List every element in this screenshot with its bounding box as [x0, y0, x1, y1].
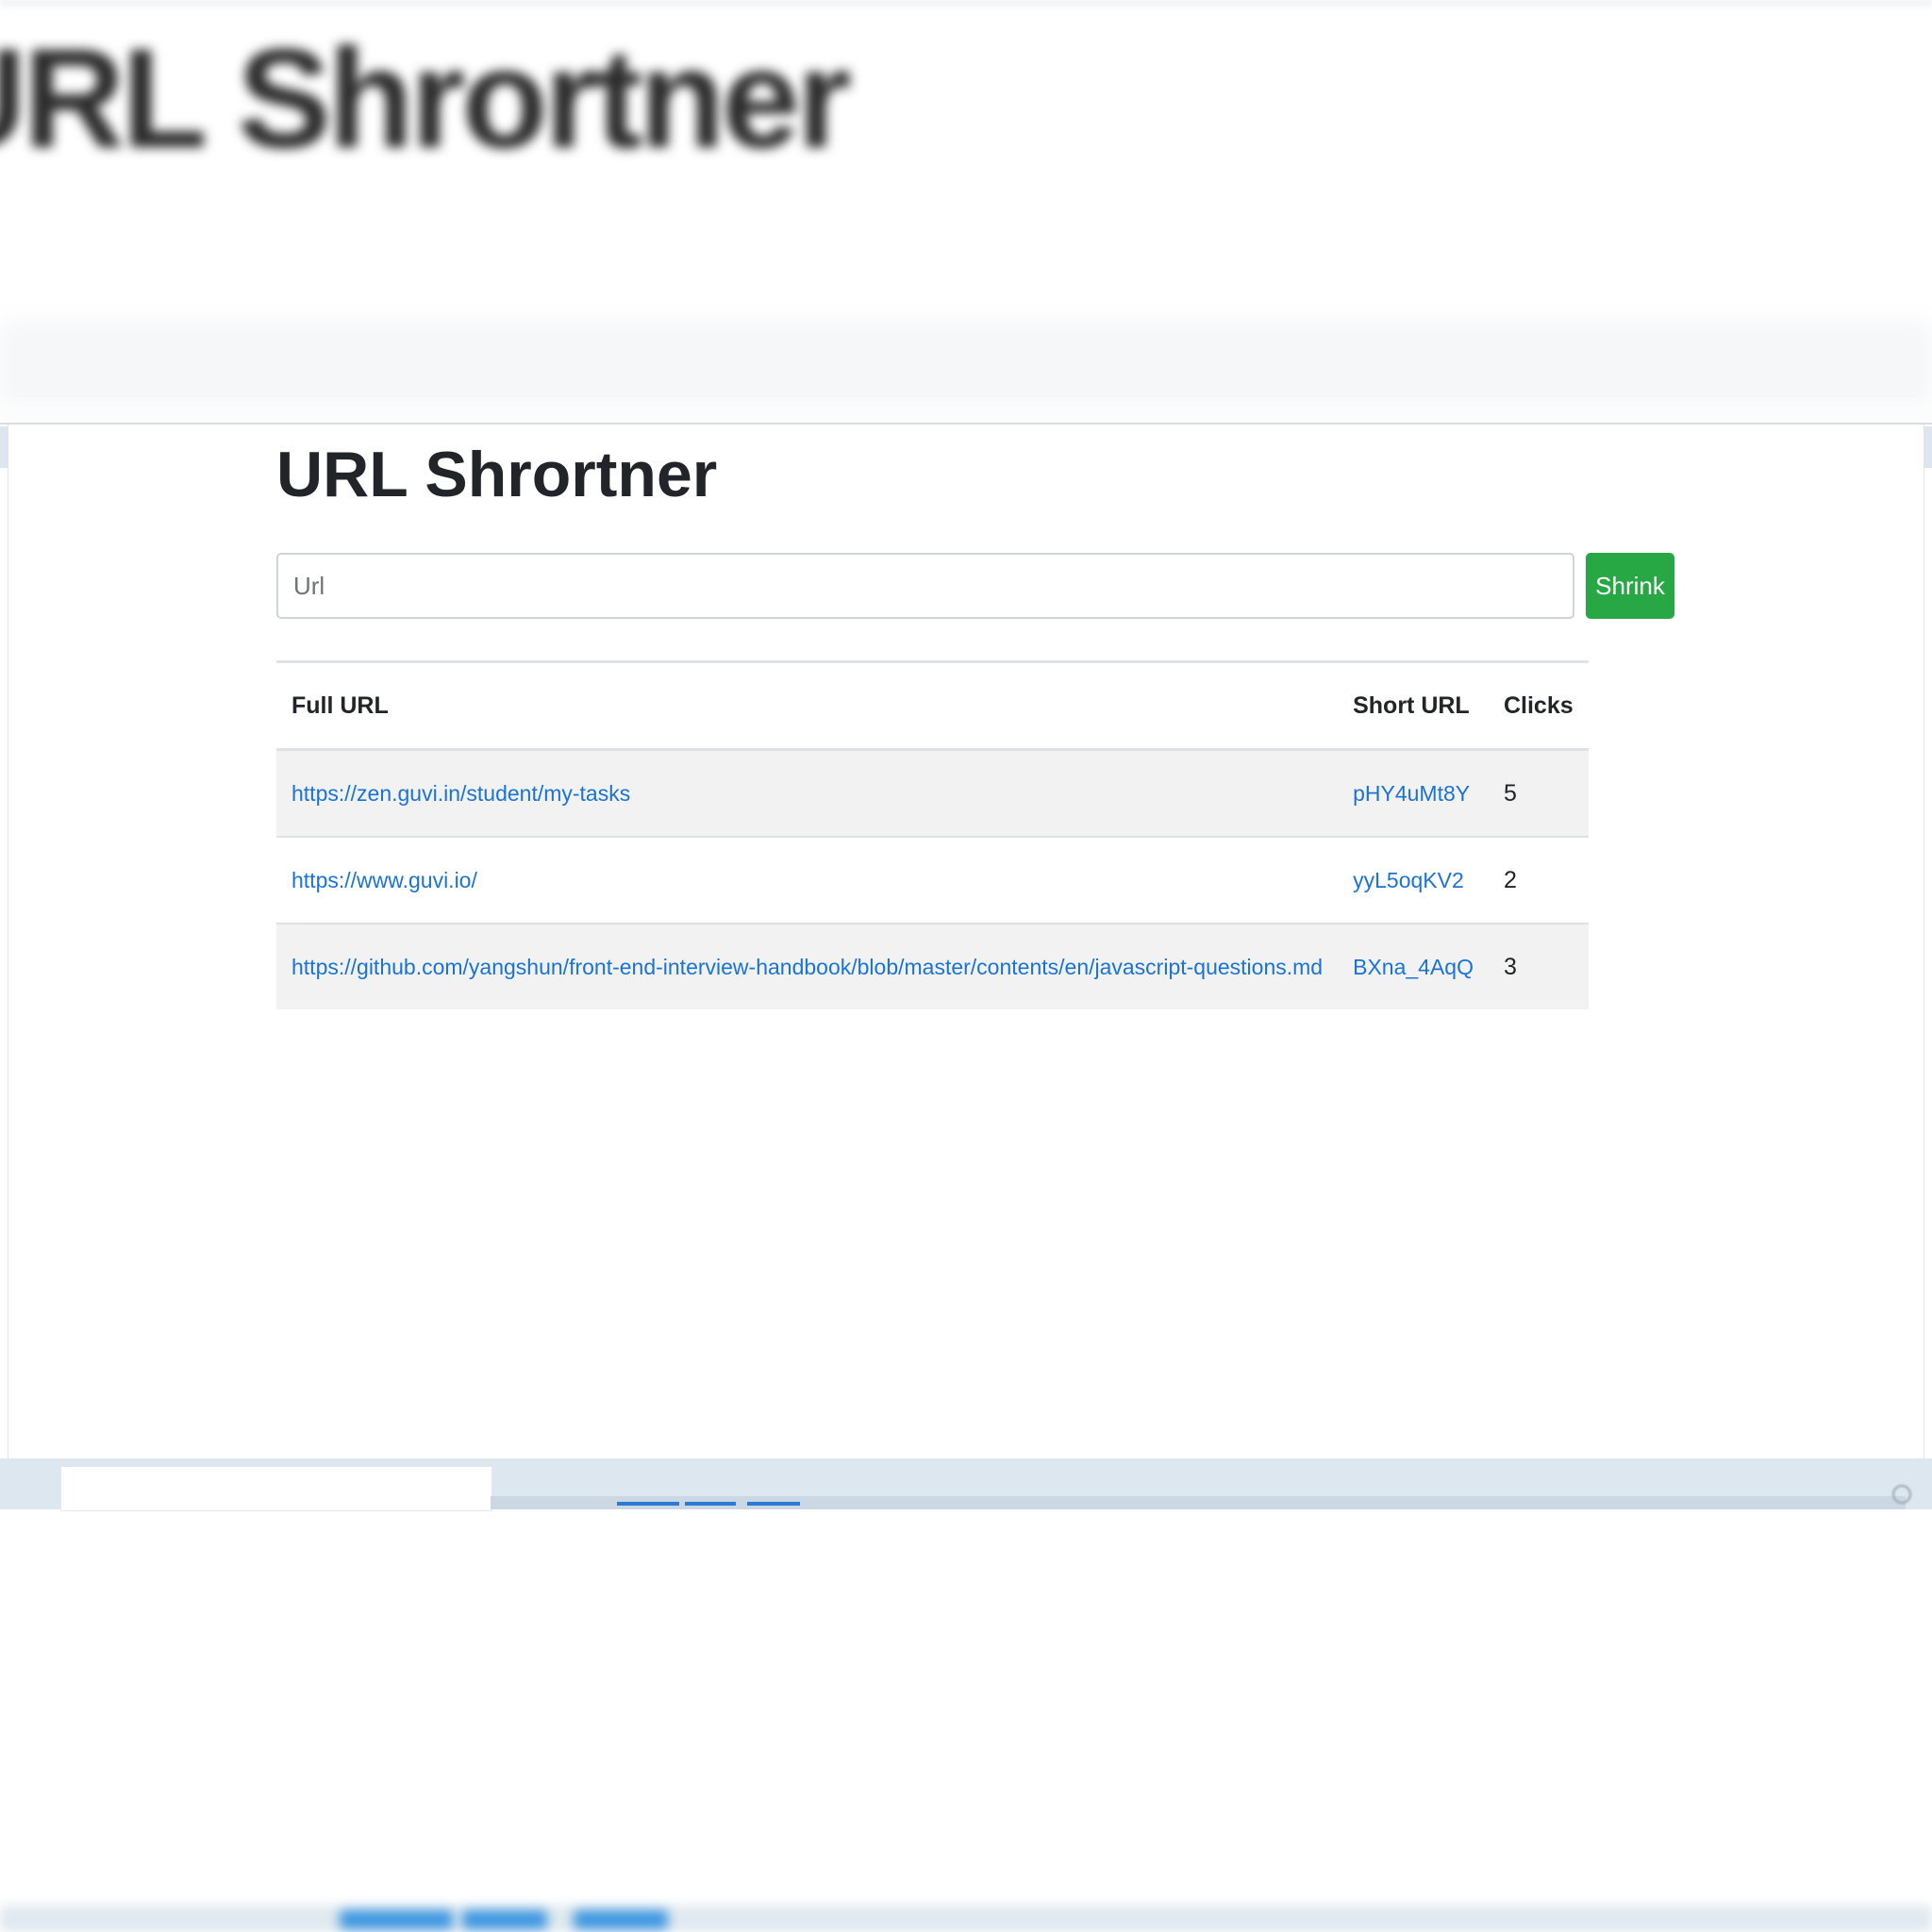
table-row: https://zen.guvi.in/student/my-tasks pHY…: [276, 748, 1589, 837]
clicks-count: 3: [1488, 923, 1589, 1009]
clicks-count: 5: [1488, 748, 1589, 837]
shrink-button[interactable]: Shrink: [1586, 553, 1674, 619]
background-taskbar-blurred: [0, 1906, 1932, 1932]
short-url-link[interactable]: yyL5oqKV2: [1353, 868, 1464, 892]
taskbar-app-indicator[interactable]: [617, 1502, 679, 1506]
notification-icon[interactable]: [1892, 1485, 1911, 1504]
background-taskbar-app: [574, 1910, 668, 1929]
background-top-strip: [0, 0, 1932, 9]
background-taskbar-app: [340, 1910, 453, 1929]
short-url-cell: BXna_4AqQ: [1338, 923, 1489, 1009]
short-url-link[interactable]: pHY4uMt8Y: [1353, 781, 1470, 806]
taskbar-app-indicator[interactable]: [747, 1502, 800, 1506]
page-viewport: URL Shrortner Shrink Full URL Short URL …: [8, 425, 1924, 1458]
column-header-clicks: Clicks: [1488, 660, 1589, 751]
table-header-row: Full URL Short URL Clicks: [276, 660, 1589, 751]
full-url-link[interactable]: https://github.com/yangshun/front-end-in…: [291, 955, 1323, 979]
short-url-cell: yyL5oqKV2: [1338, 836, 1489, 924]
screen: URL Shrortner URL Shrortner Shrink Full …: [0, 0, 1932, 1932]
short-url-link[interactable]: BXna_4AqQ: [1353, 955, 1474, 979]
browser-window: URL Shrortner Shrink Full URL Short URL …: [0, 423, 1932, 1511]
short-url-cell: pHY4uMt8Y: [1338, 748, 1489, 837]
taskbar-search-box[interactable]: [60, 1466, 492, 1511]
full-url-link[interactable]: https://zen.guvi.in/student/my-tasks: [291, 781, 630, 806]
background-band: [0, 321, 1932, 406]
page-title: URL Shrortner: [276, 439, 718, 510]
urls-table: Full URL Short URL Clicks https://zen.gu…: [276, 660, 1589, 1009]
full-url-cell: https://www.guvi.io/: [276, 836, 1339, 924]
url-input[interactable]: [276, 553, 1574, 619]
taskbar-app-indicator[interactable]: [685, 1502, 736, 1506]
column-header-full-url: Full URL: [276, 660, 1339, 751]
shorten-form: Shrink: [276, 553, 1674, 619]
os-taskbar: [0, 1458, 1932, 1511]
table-row: https://www.guvi.io/ yyL5oqKV2 2: [276, 836, 1589, 924]
clicks-count: 2: [1488, 836, 1589, 924]
background-title-blurred: URL Shrortner: [0, 19, 852, 177]
table-row: https://github.com/yangshun/front-end-in…: [276, 923, 1589, 1009]
background-band-secondary: [0, 406, 1932, 425]
background-taskbar-app: [462, 1910, 547, 1929]
full-url-cell: https://github.com/yangshun/front-end-in…: [276, 923, 1339, 1009]
full-url-cell: https://zen.guvi.in/student/my-tasks: [276, 748, 1339, 837]
window-edge-left: [0, 426, 8, 468]
column-header-short-url: Short URL: [1338, 660, 1489, 751]
full-url-link[interactable]: https://www.guvi.io/: [291, 868, 477, 892]
